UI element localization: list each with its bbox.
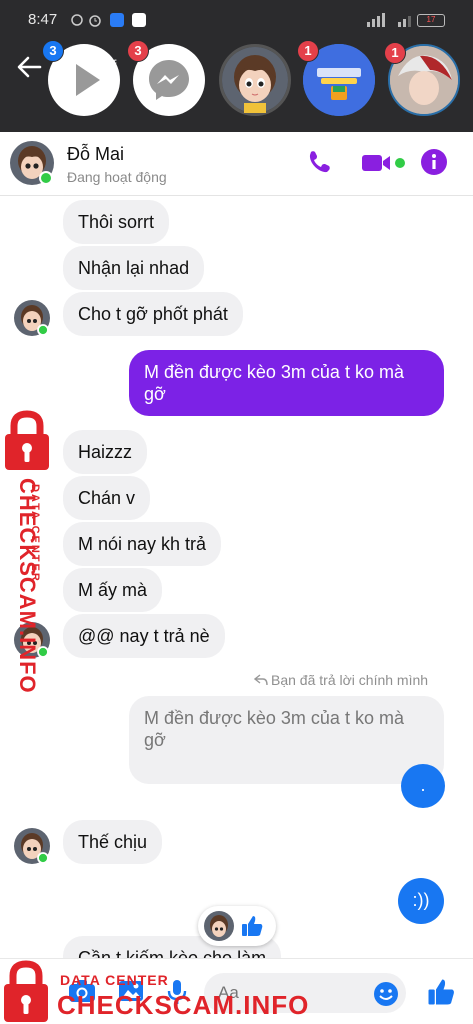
watermark-bottom-subtitle: DATA CENTER: [60, 972, 169, 988]
chat-head-do-mai[interactable]: [219, 44, 291, 116]
status-time: 8:47: [28, 11, 58, 28]
info-icon[interactable]: [420, 148, 448, 176]
contact-status: Đang hoạt động: [67, 169, 167, 185]
chat-head-messenger[interactable]: 3: [127, 40, 205, 116]
contact-avatar[interactable]: [10, 141, 54, 185]
message-incoming[interactable]: Haizzz: [63, 430, 148, 474]
contact-name: Đỗ Mai: [67, 144, 125, 164]
signal-2-icon: [397, 13, 415, 27]
sender-avatar[interactable]: [14, 828, 50, 864]
message-outgoing[interactable]: M đền được kèo 3m của t ko mà gỡ: [129, 350, 444, 416]
message-incoming[interactable]: Cho t gỡ phốt phát: [63, 292, 243, 336]
reaction-pill[interactable]: [198, 906, 276, 946]
chat-head-group[interactable]: 1: [297, 40, 375, 116]
message-incoming[interactable]: M ấy mà: [63, 568, 163, 612]
message-incoming[interactable]: Nhận lại nhad: [63, 246, 205, 290]
battery-icon: 17: [417, 14, 445, 27]
alarm-clock-icon: [88, 13, 102, 27]
status-bar: 8:47 17: [0, 0, 473, 40]
phone-icon[interactable]: [303, 148, 333, 178]
reply-bubble[interactable]: .: [401, 764, 445, 808]
sender-avatar[interactable]: [14, 300, 50, 336]
like-button-icon[interactable]: [426, 977, 456, 1012]
messenger-notif-icon: [110, 13, 124, 27]
watermark-lock-icon: [3, 410, 51, 477]
thumbs-up-icon: [242, 916, 263, 936]
chat-head-badge: 3: [42, 40, 64, 62]
message-incoming[interactable]: M nói nay kh trả: [63, 522, 222, 566]
chat-head-anime[interactable]: 1: [384, 42, 460, 116]
message-incoming[interactable]: @@ nay t trả nè: [63, 614, 225, 658]
replied-note: Bạn đã trả lời chính mình: [253, 672, 429, 688]
video-call-icon[interactable]: [360, 150, 406, 176]
zalo-notif-icon: [132, 13, 146, 27]
signal-icon: [365, 13, 391, 27]
chat-header: Đỗ Mai Đang hoạt động: [0, 132, 473, 196]
message-incoming[interactable]: Thôi sorrt: [63, 200, 170, 244]
back-arrow-icon[interactable]: [14, 52, 44, 82]
quoted-message[interactable]: M đền được kèo 3m của t ko mà gỡ: [129, 696, 444, 784]
replied-note-text: Bạn đã trả lời chính mình: [271, 672, 429, 688]
chat-heads-overlay: 8:47 17 f 3 3: [0, 0, 473, 132]
message-incoming[interactable]: Thế chịu: [63, 820, 163, 864]
chat-head-badge: 1: [297, 40, 319, 62]
messenger-screen: 8:47 17 f 3 3: [0, 0, 473, 1024]
chat-head-play[interactable]: 3: [42, 40, 120, 116]
reply-icon: [253, 674, 268, 686]
watermark-side-subtitle: DATA CENTER: [29, 484, 41, 583]
message-incoming[interactable]: Chán v: [63, 476, 151, 520]
watermark-bottom-title: CHECKSCAM.INFO: [57, 990, 310, 1020]
chat-head-badge: 1: [384, 42, 406, 64]
chat-head-badge: 3: [127, 40, 149, 62]
watermark-lock-icon: [2, 960, 50, 1024]
emoji-reply-bubble[interactable]: :)): [398, 878, 444, 924]
alarm-icon: [70, 13, 84, 27]
reaction-avatar: [204, 911, 234, 941]
emoji-icon[interactable]: [373, 981, 399, 1012]
